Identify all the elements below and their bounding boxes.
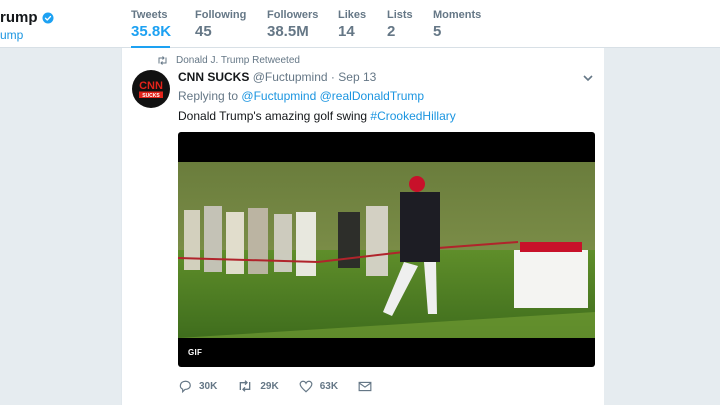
retweet-count: 29K	[260, 380, 279, 392]
retweet-button[interactable]: 29K	[237, 380, 279, 392]
avatar[interactable]: CNN SUCKS	[132, 70, 170, 108]
tweet-author-name[interactable]: CNN SUCKS	[178, 70, 249, 84]
stat-lists[interactable]: Lists 2	[387, 9, 413, 40]
message-icon	[358, 381, 372, 391]
stat-label: Likes	[338, 9, 367, 21]
tweet-header: CNN SUCKS @Fuctupmind · Sep 13	[178, 70, 376, 84]
tweet-separator: ·	[330, 70, 335, 84]
gif-media[interactable]: GIF	[178, 132, 595, 367]
profile-name[interactable]: rump	[0, 9, 54, 26]
replying-to: Replying to @Fuctupmind @realDonaldTrump	[178, 89, 424, 103]
like-icon	[299, 380, 313, 393]
tweet-date[interactable]: Sep 13	[338, 70, 376, 84]
retweet-context: Donald J. Trump Retweeted	[157, 55, 300, 66]
retweet-icon	[158, 56, 167, 65]
stat-tweets[interactable]: Tweets 35.8K	[131, 9, 172, 49]
direct-message-button[interactable]	[358, 381, 379, 392]
like-count: 63K	[319, 380, 339, 392]
reply-icon	[179, 380, 191, 393]
stat-value: 14	[338, 23, 355, 40]
stat-value: 2	[387, 23, 396, 40]
profile-handle[interactable]: ump	[0, 28, 23, 42]
tweet-text: Donald Trump's amazing golf swing #Crook…	[178, 109, 456, 123]
chevron-down-icon[interactable]	[581, 71, 595, 85]
reply-button[interactable]: 30K	[178, 380, 217, 393]
stat-label: Followers	[267, 9, 319, 21]
svg-text:CNN: CNN	[139, 80, 163, 92]
stat-value: 45	[195, 23, 212, 40]
stat-followers[interactable]: Followers 38.5M	[267, 9, 318, 40]
retweet-icon	[240, 380, 251, 392]
reply-mention-2[interactable]: @realDonaldTrump	[320, 89, 424, 103]
stat-likes[interactable]: Likes 14	[338, 9, 366, 40]
retweet-context-text: Donald J. Trump Retweeted	[176, 55, 300, 66]
stat-moments[interactable]: Moments 5	[433, 9, 481, 40]
stat-label: Lists	[387, 9, 413, 21]
tweet-text-body: Donald Trump's amazing golf swing	[178, 109, 368, 123]
reply-count: 30K	[199, 380, 218, 392]
cnn-sucks-logo: CNN SUCKS	[137, 77, 165, 101]
svg-text:SUCKS: SUCKS	[142, 93, 160, 99]
right-sidebar	[604, 48, 720, 405]
hashtag-link[interactable]: #CrookedHillary	[370, 109, 455, 123]
like-button[interactable]: 63K	[299, 380, 338, 393]
verified-badge-icon	[42, 12, 53, 23]
profile-nav-bar: rump ump Tweets 35.8K Following 45 Follo…	[0, 0, 720, 49]
stat-label: Moments	[433, 9, 482, 21]
tweet-author-handle[interactable]: @Fuctupmind	[253, 70, 328, 84]
stat-label: Following	[195, 9, 247, 21]
tweet-actions: 30K 29K 63K	[178, 378, 399, 394]
tweet-card[interactable]: Donald J. Trump Retweeted CNN SUCKS CNN …	[121, 48, 606, 405]
stat-following[interactable]: Following 45	[195, 9, 246, 40]
stat-value: 38.5M	[267, 23, 309, 40]
replying-prefix: Replying to	[178, 89, 239, 103]
stat-value: 35.8K	[131, 23, 172, 40]
gif-badge: GIF	[188, 348, 203, 357]
profile-name-text: rump	[0, 9, 38, 26]
reply-mention-1[interactable]: @Fuctupmind	[241, 89, 316, 103]
stat-label: Tweets	[131, 9, 168, 21]
golf-swing-gif-frame	[178, 162, 595, 338]
stat-value: 5	[433, 23, 442, 40]
